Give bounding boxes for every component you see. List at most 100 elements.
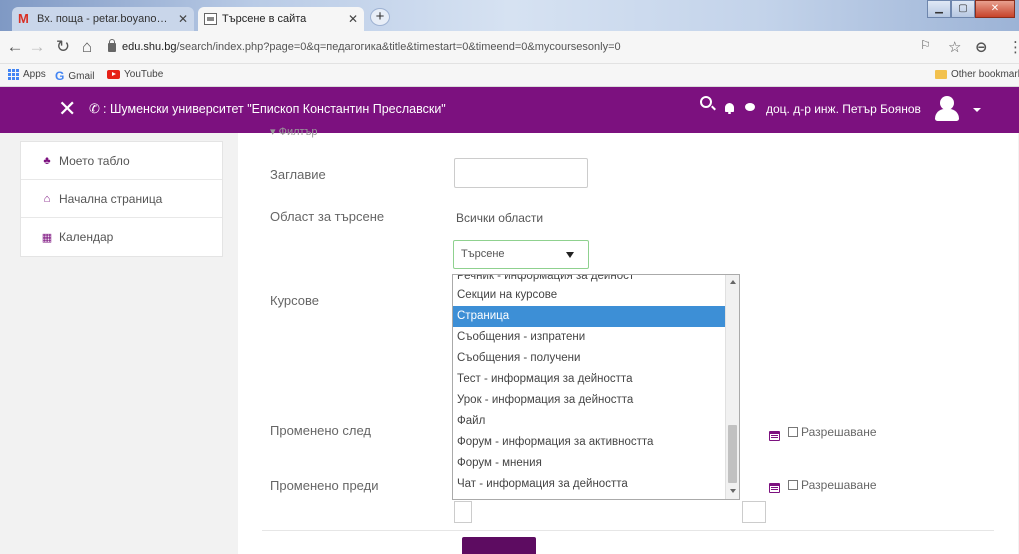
close-drawer-icon[interactable]: ✕ (58, 97, 76, 121)
listbox-option[interactable]: Съобщения - изпратени (453, 327, 739, 348)
minimize-button[interactable]: ▁ (927, 0, 951, 18)
youtube-icon (107, 70, 120, 79)
listbox-option[interactable]: Форум - информация за активността (453, 432, 739, 453)
maximize-button[interactable]: ▢ (951, 0, 975, 18)
bookmarks-bar: Apps G Gmail YouTube Other bookmarks (0, 64, 1019, 87)
close-icon[interactable]: ✕ (178, 12, 188, 26)
sidebar-item-home[interactable]: ⌂ Начална страница (21, 180, 222, 218)
back-icon[interactable]: ← (6, 37, 24, 57)
listbox-option[interactable]: Секции на курсове (453, 285, 739, 306)
bookmark-youtube[interactable]: YouTube (107, 69, 163, 80)
window-close-button[interactable]: ✕ (975, 0, 1015, 18)
tab-label: Търсене в сайта (222, 13, 307, 25)
date-minute-select[interactable] (742, 501, 766, 523)
bookmark-label: Apps (23, 69, 46, 80)
messages-icon[interactable] (745, 103, 755, 111)
url-input[interactable]: edu.shu.bg /search/index.php?page=0&q=пе… (108, 35, 908, 59)
checkbox-label: Разрешаване (801, 478, 877, 492)
site-navbar: ✕ ✆ : Шуменски университет "Епископ Конс… (0, 87, 1019, 133)
area-options-listbox[interactable]: Речник - информация за дейност Секции на… (452, 274, 740, 500)
search-button[interactable] (462, 537, 536, 554)
google-icon: G (55, 69, 65, 83)
sidebar: ♣ Моето табло ⌂ Начална страница ▦ Кален… (20, 141, 223, 257)
bookmark-other[interactable]: Other bookmarks (935, 69, 1019, 80)
menu-dots-icon[interactable]: ⋮ (1008, 38, 1019, 56)
bookmark-label: Other bookmarks (951, 69, 1019, 80)
listbox-scrollbar[interactable] (725, 275, 739, 499)
bookmark-label: YouTube (124, 69, 164, 80)
listbox-option[interactable]: Речник - информация за дейност (453, 275, 739, 285)
avatar[interactable] (932, 95, 962, 123)
phone-icon: ✆ (89, 101, 100, 116)
profile-icon[interactable]: ⊖ (975, 38, 988, 56)
browser-tab-strip: Вх. поща - petar.boyanov@shu.b ✕ Търсене… (0, 0, 1019, 31)
listbox-option-selected[interactable]: Страница (453, 306, 739, 327)
new-tab-button[interactable]: + (370, 8, 390, 26)
scroll-up-icon[interactable] (730, 280, 736, 284)
bookmark-star-icon[interactable]: ☆ (948, 38, 961, 56)
select-value: Търсене (461, 248, 505, 260)
filter-header[interactable]: ▾ Филтър (270, 125, 318, 138)
sidebar-item-calendar[interactable]: ▦ Календар (21, 218, 222, 256)
courses-select[interactable]: Търсене (453, 240, 589, 269)
listbox-option[interactable]: Чат - информация за дейността (453, 474, 739, 495)
date-day-select[interactable] (454, 501, 472, 523)
site-icon (204, 13, 217, 25)
checkbox-box[interactable] (788, 480, 798, 490)
tab-gmail[interactable]: Вх. поща - petar.boyanov@shu.b ✕ (12, 7, 194, 31)
bookmark-gmail[interactable]: G Gmail (55, 69, 94, 83)
user-menu-chevron-down-icon[interactable] (973, 108, 981, 112)
courses-label: Курсове (270, 293, 320, 308)
notification-bell-icon[interactable] (725, 103, 734, 114)
translate-icon[interactable]: ⚐ (920, 38, 931, 52)
reload-icon[interactable]: ↻ (54, 37, 72, 57)
gmail-icon (18, 11, 32, 26)
site-title[interactable]: : Шуменски университет "Епископ Констант… (103, 102, 446, 116)
address-bar: ← → ↻ ⌂ edu.shu.bg /search/index.php?pag… (0, 31, 1019, 64)
url-domain: edu.shu.bg (122, 41, 177, 53)
forward-icon[interactable]: → (28, 37, 46, 57)
listbox-option[interactable]: Файл (453, 411, 739, 432)
sidebar-item-dashboard[interactable]: ♣ Моето табло (21, 142, 222, 180)
bookmark-apps[interactable]: Apps (8, 69, 46, 80)
scrollbar-thumb[interactable] (728, 425, 737, 483)
listbox-option[interactable]: Съобщения - получени (453, 348, 739, 369)
bookmark-label: Gmail (68, 70, 95, 82)
calendar-icon[interactable] (769, 431, 780, 441)
sidebar-item-label: Моето табло (59, 153, 130, 168)
tab-site-search[interactable]: Търсене в сайта ✕ (198, 7, 364, 31)
calendar-icon[interactable] (769, 483, 780, 493)
title-label: Заглавие (270, 167, 326, 182)
url-path: /search/index.php?page=0&q=педагогика&ti… (176, 41, 621, 53)
window-controls: ▁ ▢ ✕ (927, 0, 1015, 18)
listbox-option[interactable]: Форум - мнения (453, 453, 739, 474)
modified-after-label: Променено след (270, 423, 372, 438)
user-name[interactable]: доц. д-р инж. Петър Боянов (766, 102, 921, 116)
search-form: ▾ Филтър Заглавие Област за търсене Всич… (238, 126, 1018, 554)
search-area-value: Всички области (456, 211, 544, 225)
sidebar-item-label: Начална страница (59, 191, 163, 206)
divider (262, 530, 994, 531)
checkbox-label: Разрешаване (801, 425, 877, 439)
home-icon: ⌂ (43, 192, 51, 205)
dashboard-icon: ♣ (43, 154, 51, 167)
apps-icon (8, 69, 19, 80)
search-icon[interactable] (700, 96, 712, 108)
scroll-down-icon[interactable] (730, 489, 736, 493)
tab-label: Вх. поща - petar.boyanov@shu.b (37, 13, 173, 25)
calendar-icon: ▦ (41, 231, 53, 244)
dropdown-arrow-icon (566, 252, 574, 258)
folder-icon (935, 70, 947, 79)
search-area-label: Област за търсене (270, 209, 385, 224)
page-body: ♣ Моето табло ⌂ Начална страница ▦ Кален… (0, 126, 1019, 554)
modified-before-enable-checkbox[interactable]: Разрешаване (788, 478, 877, 492)
modified-after-enable-checkbox[interactable]: Разрешаване (788, 425, 877, 439)
modified-before-label: Променено преди (270, 478, 379, 493)
title-input[interactable] (454, 158, 588, 188)
close-icon[interactable]: ✕ (348, 12, 358, 26)
home-icon[interactable]: ⌂ (78, 37, 96, 57)
lock-icon (108, 38, 116, 52)
listbox-option[interactable]: Урок - информация за дейността (453, 390, 739, 411)
listbox-option[interactable]: Тест - информация за дейността (453, 369, 739, 390)
checkbox-box[interactable] (788, 427, 798, 437)
